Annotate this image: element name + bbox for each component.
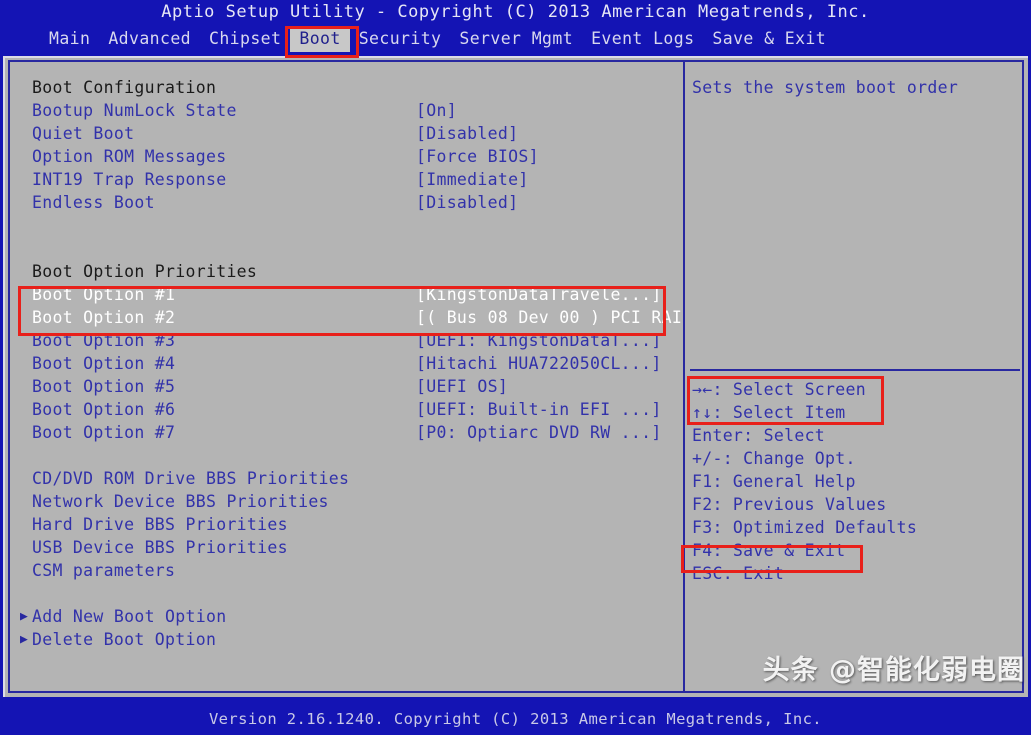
setting-label-0: Bootup NumLock State [32,101,237,120]
key-hint-5: F2: Previous Values [692,495,887,514]
key-hint-3: +/-: Change Opt. [692,449,856,468]
key-hint-2: Enter: Select [692,426,826,445]
menu-tab-server-mgmt[interactable]: Server Mgmt [450,26,582,52]
submenu-row[interactable]: Network Device BBS Priorities [10,490,683,513]
section-heading-boot-configuration: Boot Configuration [32,78,217,97]
boot-option-label-6: Boot Option #6 [32,400,176,419]
boot-option-value-4[interactable]: [Hitachi HUA722050CL...] [416,352,662,375]
submenu-label-1: Network Device BBS Priorities [32,492,329,511]
key-hint-1: ↑↓: Select Item [692,403,846,422]
setting-row[interactable]: Quiet Boot [Disabled] [10,122,683,145]
submenu-row[interactable]: USB Device BBS Priorities [10,536,683,559]
setting-value-0[interactable]: [On] [416,99,457,122]
bios-setup-screen: Aptio Setup Utility - Copyright (C) 2013… [0,0,1031,735]
setting-label-3: INT19 Trap Response [32,170,227,189]
boot-option-value-2[interactable]: [( Bus 08 Dev 00 ) PCI RAI...] [416,306,683,329]
menu-tab-security[interactable]: Security [350,26,451,52]
section-heading-row: Boot Option Priorities [10,260,683,283]
setting-value-4[interactable]: [Disabled] [416,191,518,214]
action-row[interactable]: ▶ Add New Boot Option [10,605,683,628]
menu-tab-main[interactable]: Main [40,26,99,52]
key-hint-0: →←: Select Screen [692,380,866,399]
help-panel-divider [690,369,1020,371]
help-text: Sets the system boot order [692,78,959,97]
submenu-row[interactable]: CSM parameters [10,559,683,582]
boot-option-label-3: Boot Option #3 [32,331,176,350]
boot-option-row[interactable]: Boot Option #6 [UEFI: Built-in EFI ...] [10,398,683,421]
submenu-label-2: Hard Drive BBS Priorities [32,515,288,534]
menu-tab-save-exit[interactable]: Save & Exit [703,26,835,52]
action-row[interactable]: ▶ Delete Boot Option [10,628,683,651]
boot-option-value-5[interactable]: [UEFI OS] [416,375,508,398]
submenu-row[interactable]: CD/DVD ROM Drive BBS Priorities [10,467,683,490]
boot-option-label-1: Boot Option #1 [32,285,176,304]
boot-option-row[interactable]: Boot Option #7 [P0: Optiarc DVD RW ...] [10,421,683,444]
menu-tab-boot[interactable]: Boot [290,26,350,52]
submenu-label-4: CSM parameters [32,561,176,580]
boot-option-row[interactable]: Boot Option #3 [UEFI: KingstonDataT...] [10,329,683,352]
key-hint-8: ESC: Exit [692,564,785,583]
settings-panel: Boot Configuration Bootup NumLock State [O… [10,62,683,691]
setting-row[interactable]: INT19 Trap Response [Immediate] [10,168,683,191]
menu-bar: Main Advanced Chipset Boot Security Server Mg… [0,26,1031,52]
submenu-label-3: USB Device BBS Priorities [32,538,288,557]
key-hint-7: F4: Save & Exit [692,541,846,560]
help-panel: Sets the system boot order →←: Select Scr… [687,62,1028,691]
boot-option-row[interactable]: Boot Option #1 [KingstonDataTravele...] [10,283,683,306]
section-heading-boot-option-priorities: Boot Option Priorities [32,262,258,281]
boot-option-row[interactable]: Boot Option #2 [( Bus 08 Dev 00 ) PCI RAI… [10,306,683,329]
setting-value-3[interactable]: [Immediate] [416,168,529,191]
boot-option-value-3[interactable]: [UEFI: KingstonDataT...] [416,329,662,352]
setting-row[interactable]: Endless Boot [Disabled] [10,191,683,214]
submenu-row[interactable]: Hard Drive BBS Priorities [10,513,683,536]
watermark: 头条 @智能化弱电圈 [762,655,1025,686]
menu-tab-event-logs[interactable]: Event Logs [582,26,703,52]
boot-option-label-4: Boot Option #4 [32,354,176,373]
section-heading-row: Boot Configuration [10,76,683,99]
setting-value-1[interactable]: [Disabled] [416,122,518,145]
submenu-arrow-icon: ▶ [20,632,28,647]
submenu-arrow-icon: ▶ [20,609,28,624]
boot-option-value-7[interactable]: [P0: Optiarc DVD RW ...] [416,421,662,444]
boot-option-row[interactable]: Boot Option #5 [UEFI OS] [10,375,683,398]
menu-tab-chipset[interactable]: Chipset [200,26,290,52]
setting-row[interactable]: Option ROM Messages [Force BIOS] [10,145,683,168]
boot-option-value-6[interactable]: [UEFI: Built-in EFI ...] [416,398,662,421]
action-label-0: Add New Boot Option [32,607,227,626]
boot-option-value-1[interactable]: [KingstonDataTravele...] [416,283,662,306]
boot-option-label-5: Boot Option #5 [32,377,176,396]
setting-label-2: Option ROM Messages [32,147,227,166]
version-footer: Version 2.16.1240. Copyright (C) 2013 Am… [0,703,1031,735]
setting-row[interactable]: Bootup NumLock State [On] [10,99,683,122]
submenu-label-0: CD/DVD ROM Drive BBS Priorities [32,469,350,488]
window-title: Aptio Setup Utility - Copyright (C) 2013… [161,2,870,22]
boot-option-label-7: Boot Option #7 [32,423,176,442]
setting-value-2[interactable]: [Force BIOS] [416,145,539,168]
panel-divider [683,60,685,693]
key-hint-6: F3: Optimized Defaults [692,518,918,537]
menu-tab-advanced[interactable]: Advanced [99,26,200,52]
setting-label-4: Endless Boot [32,193,155,212]
boot-option-label-2: Boot Option #2 [32,308,176,327]
action-label-1: Delete Boot Option [32,630,217,649]
setting-label-1: Quiet Boot [32,124,135,143]
key-hint-4: F1: General Help [692,472,856,491]
boot-option-row[interactable]: Boot Option #4 [Hitachi HUA722050CL...] [10,352,683,375]
